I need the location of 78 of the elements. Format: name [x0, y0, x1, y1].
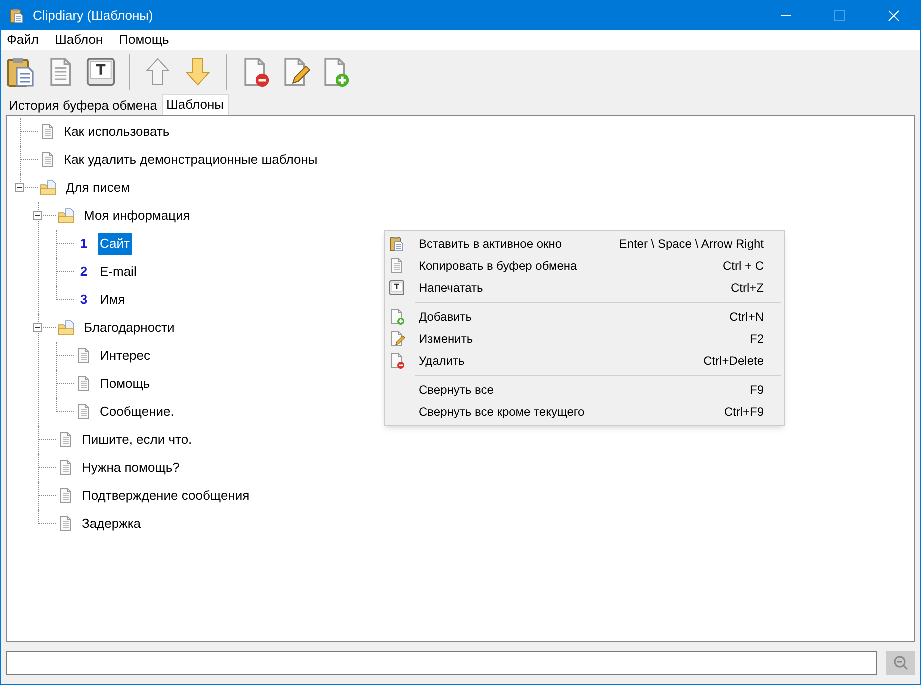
document-delete-icon — [389, 353, 405, 369]
menu-item[interactable]: Шаблон — [54, 30, 104, 50]
menu-item[interactable]: Вставить в активное окно Enter \ Space \ Arrow Right — [385, 233, 784, 255]
item-number: 1 — [79, 235, 89, 254]
zoom-out-icon — [892, 655, 908, 671]
clipboard-icon — [9, 8, 25, 24]
maximize-icon — [834, 10, 846, 22]
tree-item[interactable]: Для писем — [64, 177, 132, 199]
tree-item[interactable]: Моя информация — [82, 205, 192, 227]
shortcut-text: F2 — [750, 331, 764, 348]
shortcut-text: F9 — [750, 382, 764, 399]
clipboard-icon — [389, 236, 405, 252]
tree-item[interactable]: Подтверждение сообщения — [80, 485, 252, 507]
document-icon — [76, 404, 92, 420]
menu-item[interactable]: Напечатать Ctrl+Z — [385, 277, 784, 299]
folder-icon — [58, 208, 76, 224]
tree-item[interactable]: Нужна помощь? — [80, 457, 182, 479]
shortcut-text: Ctrl + C — [722, 258, 764, 275]
keyboard-key-icon — [389, 280, 405, 296]
tree-item[interactable]: Задержка — [80, 513, 144, 535]
shortcut-text: Ctrl+F9 — [724, 404, 764, 421]
menu-item[interactable]: Удалить Ctrl+Delete — [385, 350, 784, 372]
folder-icon — [58, 320, 76, 336]
menu-item-label: Копировать в буфер обмена — [419, 258, 578, 275]
tab[interactable]: Шаблоны — [162, 94, 230, 115]
menu-item-label: Напечатать — [419, 280, 484, 297]
shortcut-text: Ctrl+Delete — [704, 353, 764, 370]
menu-item[interactable]: Изменить F2 — [385, 328, 784, 350]
clipboard-icon — [5, 56, 37, 88]
search-field[interactable] — [6, 651, 877, 675]
document-edit-icon — [389, 331, 405, 347]
document-icon — [76, 348, 92, 364]
document-icon — [58, 488, 74, 504]
shortcut-text: Ctrl+Z — [731, 280, 764, 297]
document-icon — [58, 432, 74, 448]
keyboard-key-icon — [86, 57, 116, 87]
menu-item-label: Добавить — [419, 309, 472, 326]
menu-item[interactable]: Копировать в буфер обмена Ctrl + C — [385, 255, 784, 277]
menu-item-label: Свернуть все — [419, 382, 494, 399]
tree-item[interactable]: Как использовать — [62, 121, 172, 143]
document-icon — [76, 376, 92, 392]
menu-item-label: Вставить в активное окно — [419, 236, 562, 253]
document-icon — [58, 460, 74, 476]
document-icon — [40, 124, 56, 140]
menu-item-label: Удалить — [419, 353, 465, 370]
menu-item-label: Изменить — [419, 331, 474, 348]
document-add-icon — [389, 309, 405, 325]
down-arrow-icon — [185, 57, 211, 87]
item-number: 2 — [79, 263, 89, 282]
menu-item[interactable]: Помощь — [119, 30, 170, 50]
shortcut-text: Ctrl+N — [730, 309, 764, 326]
collapse-toggle[interactable] — [15, 183, 24, 192]
tree-item[interactable]: Пишите, если что. — [80, 429, 194, 451]
item-number: 3 — [79, 291, 89, 310]
menu-item[interactable]: Свернуть все F9 — [385, 379, 784, 401]
window-title: Clipdiary (Шаблоны) — [33, 6, 154, 25]
close-icon[interactable] — [888, 10, 900, 22]
tree-item[interactable]: E-mail — [98, 261, 139, 283]
up-arrow-icon — [145, 57, 171, 87]
menu-item[interactable]: Файл — [7, 30, 39, 50]
shortcut-text: Enter \ Space \ Arrow Right — [619, 236, 764, 253]
tree-item[interactable]: Сообщение. — [98, 401, 176, 423]
document-icon — [40, 152, 56, 168]
tree-item[interactable]: Как удалить демонстрационные шаблоны — [62, 149, 320, 171]
collapse-toggle[interactable] — [33, 211, 42, 220]
tree-item[interactable]: Помощь — [98, 373, 152, 395]
tab[interactable]: История буфера обмена — [5, 96, 162, 115]
document-icon — [58, 516, 74, 532]
menu-item[interactable]: Добавить Ctrl+N — [385, 306, 784, 328]
folder-icon — [40, 180, 58, 196]
menu-item-label: Свернуть все кроме текущего — [419, 404, 585, 421]
tree-item[interactable]: Сайт — [98, 233, 132, 255]
tree-item[interactable]: Интерес — [98, 345, 153, 367]
tree-item[interactable]: Благодарности — [82, 317, 177, 339]
document-icon — [389, 258, 405, 274]
menu-item[interactable]: Свернуть все кроме текущего Ctrl+F9 — [385, 401, 784, 423]
tree-item[interactable]: Имя — [98, 289, 128, 311]
collapse-toggle[interactable] — [33, 323, 42, 332]
